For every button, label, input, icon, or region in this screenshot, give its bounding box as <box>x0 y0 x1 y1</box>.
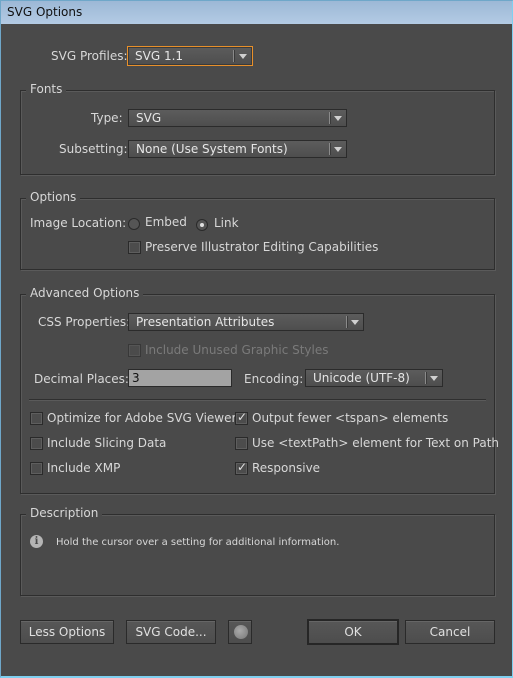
use-textpath-label[interactable]: Use <textPath> element for Text on Path <box>252 436 499 450</box>
svg-profiles-value: SVG 1.1 <box>135 49 184 63</box>
link-label[interactable]: Link <box>214 216 239 230</box>
optimize-adobe-viewer-label[interactable]: Optimize for Adobe SVG Viewer <box>47 411 236 425</box>
include-unused-styles-checkbox[interactable] <box>128 344 141 357</box>
css-properties-dropdown[interactable]: Presentation Attributes <box>128 313 364 331</box>
chevron-down-icon <box>334 147 342 152</box>
description-group <box>20 514 495 596</box>
encoding-value: Unicode (UTF-8) <box>313 371 410 385</box>
svg-options-dialog: SVG Options SVG Profiles: SVG 1.1 Fonts … <box>0 0 513 678</box>
css-properties-label: CSS Properties: <box>38 315 131 329</box>
divider <box>29 399 486 401</box>
chevron-down-icon <box>334 116 342 121</box>
options-legend: Options <box>26 190 81 204</box>
less-options-button[interactable]: Less Options <box>20 620 114 644</box>
embed-radio[interactable] <box>128 218 140 230</box>
description-legend: Description <box>26 506 103 520</box>
dropdown-separator <box>329 143 331 155</box>
output-fewer-tspan-label[interactable]: Output fewer <tspan> elements <box>252 411 448 425</box>
embed-label[interactable]: Embed <box>145 215 187 229</box>
dropdown-separator <box>425 372 427 384</box>
responsive-checkbox[interactable]: ✓ <box>235 460 248 475</box>
subsetting-dropdown[interactable]: None (Use System Fonts) <box>128 140 347 158</box>
include-xmp-checkbox[interactable] <box>30 462 43 475</box>
decimal-places-label: Decimal Places: <box>34 372 129 386</box>
fonts-group <box>20 90 495 175</box>
encoding-label: Encoding: <box>244 372 304 386</box>
dropdown-separator <box>346 316 348 328</box>
use-textpath-checkbox[interactable] <box>235 437 248 450</box>
output-fewer-tspan-checkbox[interactable]: ✓ <box>235 410 248 425</box>
window-title: SVG Options <box>7 5 83 19</box>
include-unused-styles-label: Include Unused Graphic Styles <box>145 343 329 357</box>
preserve-editing-checkbox[interactable] <box>128 241 141 254</box>
checkmark-icon: ✓ <box>237 410 248 424</box>
options-group <box>20 198 495 270</box>
globe-icon <box>234 625 248 639</box>
svg-profiles-label: SVG Profiles: <box>51 49 128 63</box>
info-icon: i <box>30 535 43 548</box>
advanced-options-legend: Advanced Options <box>26 286 144 300</box>
web-preview-button[interactable] <box>228 620 252 644</box>
font-type-label: Type: <box>91 111 123 125</box>
ok-button[interactable]: OK <box>307 619 399 645</box>
include-slicing-checkbox[interactable] <box>30 437 43 450</box>
font-type-value: SVG <box>136 111 162 125</box>
chevron-down-icon <box>430 376 438 381</box>
link-radio[interactable] <box>196 219 208 231</box>
subsetting-label: Subsetting: <box>59 142 128 156</box>
description-text: Hold the cursor over a setting for addit… <box>56 537 340 548</box>
checkmark-icon: ✓ <box>237 460 248 474</box>
dropdown-separator <box>329 112 331 124</box>
include-slicing-label[interactable]: Include Slicing Data <box>47 436 166 450</box>
chevron-down-icon <box>351 320 359 325</box>
dropdown-separator <box>233 50 235 62</box>
chevron-down-icon <box>239 54 247 59</box>
font-type-dropdown[interactable]: SVG <box>128 109 347 127</box>
svg-code-button[interactable]: SVG Code... <box>126 620 216 644</box>
image-location-label: Image Location: <box>30 216 127 230</box>
fonts-legend: Fonts <box>26 82 67 96</box>
include-xmp-label[interactable]: Include XMP <box>47 461 120 475</box>
decimal-places-input[interactable]: 3 <box>128 369 232 387</box>
cancel-button[interactable]: Cancel <box>405 620 495 644</box>
title-bar: SVG Options <box>1 1 512 24</box>
optimize-adobe-viewer-checkbox[interactable] <box>30 412 43 425</box>
svg-profiles-dropdown[interactable]: SVG 1.1 <box>127 46 253 66</box>
encoding-dropdown[interactable]: Unicode (UTF-8) <box>305 369 443 387</box>
responsive-label[interactable]: Responsive <box>252 461 320 475</box>
decimal-places-value: 3 <box>132 371 140 385</box>
css-properties-value: Presentation Attributes <box>136 315 275 329</box>
radio-selected-dot <box>200 223 204 227</box>
preserve-editing-label[interactable]: Preserve Illustrator Editing Capabilitie… <box>145 240 378 254</box>
subsetting-value: None (Use System Fonts) <box>136 142 288 156</box>
